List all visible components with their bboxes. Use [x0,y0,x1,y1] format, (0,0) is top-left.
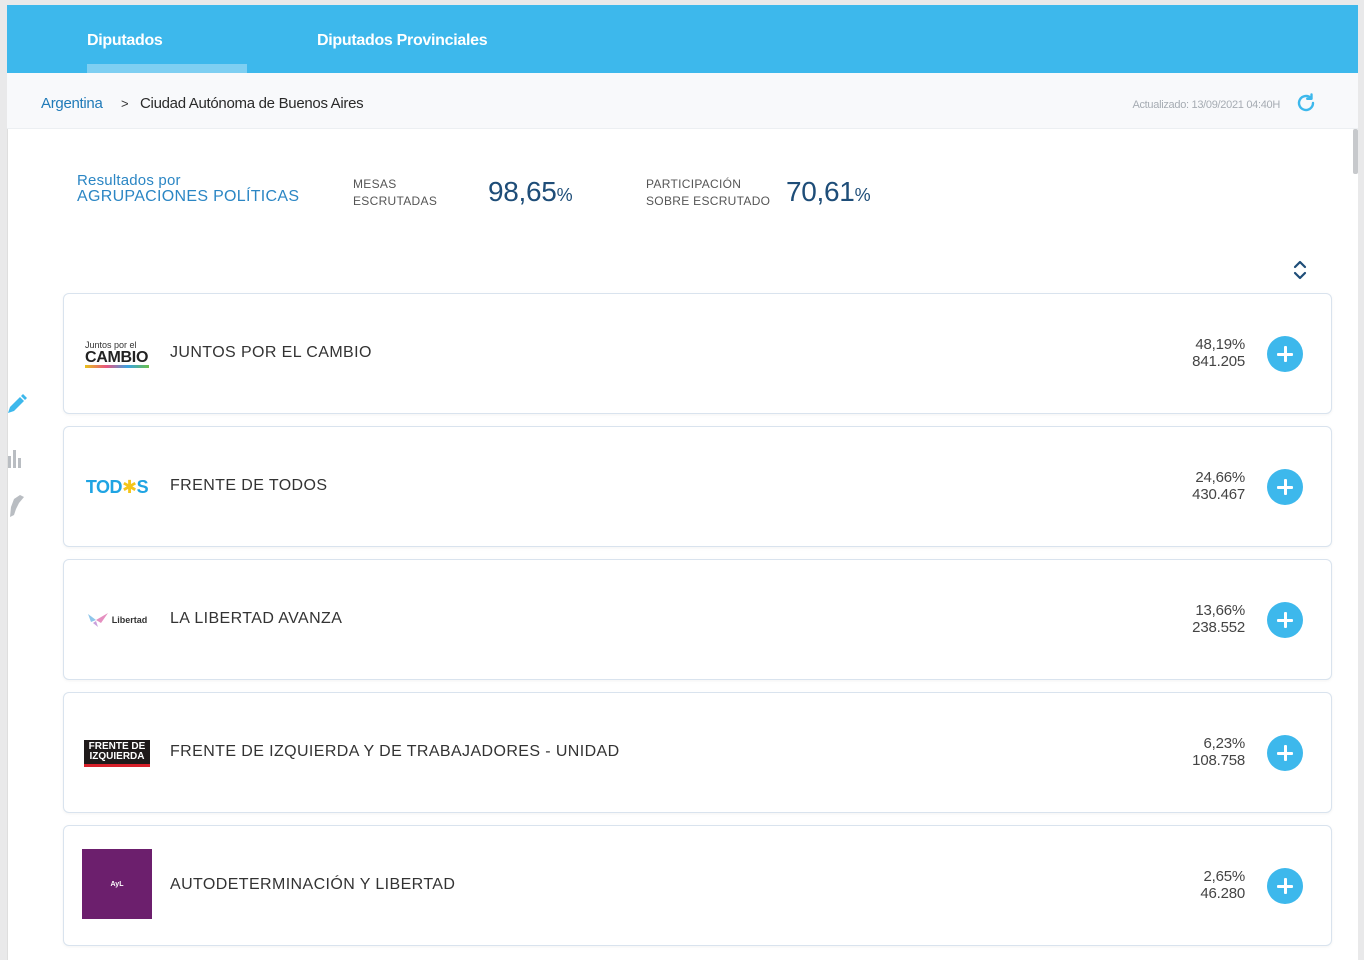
party-votes: 841.205 [1192,353,1245,370]
expand-plus-icon[interactable] [1267,602,1303,638]
party-card-frente-de-todos[interactable]: TOD✱S FRENTE DE TODOS 24,66% 430.467 [63,426,1332,547]
party-name: FRENTE DE TODOS [170,477,328,494]
party-percent: 48,19% [1195,336,1245,353]
logo-jxc-big-text: CAMBIO [85,348,149,366]
participacion-label-line1: PARTICIPACIÓN [646,177,742,191]
mesas-value-number: 98,65 [488,176,557,207]
party-card-autodeterminacion-y-libertad[interactable]: AyL AUTODETERMINACIÓN Y LIBERTAD 2,65% 4… [63,825,1332,946]
party-logo-fit: FRENTE DE IZQUIERDA [81,731,153,775]
party-percent: 13,66% [1195,602,1245,619]
tab-diputados-nacionales[interactable]: Diputados Nacionales [87,5,247,121]
logo-fit-line1: FRENTE DE [88,740,146,752]
party-logo-libertad-avanza: Libertad [81,598,153,642]
logo-ayl-text: AyL [110,880,124,888]
participacion-value: 70,61% [786,176,871,208]
mesas-label-line1: MESAS [353,177,397,191]
breadcrumb-current: Ciudad Autónoma de Buenos Aires [140,95,364,112]
logo-todos-text-a: TOD [85,476,123,497]
party-name: JUNTOS POR EL CAMBIO [170,344,372,361]
participacion-label: PARTICIPACIÓN SOBRE ESCRUTADO [646,176,770,210]
edit-icon[interactable] [7,391,28,419]
party-percent: 6,23% [1203,735,1245,752]
party-logo-todos: TOD✱S [81,465,153,509]
breadcrumb-argentina-link[interactable]: Argentina [41,95,103,112]
party-logo-jxc: Juntos por el CAMBIO [81,332,153,376]
party-card-juntos-por-el-cambio[interactable]: Juntos por el CAMBIO JUNTOS POR EL CAMBI… [63,293,1332,414]
party-card-frente-de-izquierda[interactable]: FRENTE DE IZQUIERDA FRENTE DE IZQUIERDA … [63,692,1332,813]
logo-libertad-text: Libertad [111,615,148,625]
party-votes: 430.467 [1192,486,1245,503]
tab-diputados-provinciales[interactable]: Diputados Provinciales [317,5,488,73]
logo-fit-line2: IZQUIERDA [89,750,145,762]
expand-plus-icon[interactable] [1267,735,1303,771]
mesas-value-unit: % [556,185,573,205]
party-percent: 2,65% [1203,868,1245,885]
mesas-label: MESAS ESCRUTADAS [353,176,437,210]
summary-title-line2: AGRUPACIONES POLÍTICAS [77,188,300,205]
participacion-value-number: 70,61 [786,176,855,207]
participacion-value-unit: % [854,185,871,205]
party-name: LA LIBERTAD AVANZA [170,610,343,627]
expand-plus-icon[interactable] [1267,469,1303,505]
breadcrumb-separator: > [121,96,129,111]
logo-todos-text-c: S [136,476,149,497]
logo-todos-sun: ✱ [122,476,137,497]
party-result: 2,65% 46.280 [1200,868,1245,902]
breadcrumb-bar: Argentina > Ciudad Autónoma de Buenos Ai… [7,73,1358,129]
party-percent: 24,66% [1195,469,1245,486]
party-votes: 46.280 [1200,885,1245,902]
top-navigation-bar: Diputados Nacionales Diputados Provincia… [7,5,1358,121]
active-tab-indicator [87,64,247,73]
bar-chart-icon[interactable] [7,444,28,472]
summary-title-line1: Resultados por [77,172,181,189]
participacion-label-line2: SOBRE ESCRUTADO [646,194,771,208]
libertad-bird-icon [87,613,108,627]
party-votes: 108.758 [1192,752,1245,769]
party-logo-ayl: AyL [82,849,152,919]
expand-plus-icon[interactable] [1267,868,1303,904]
side-toolbar [7,129,27,960]
party-result: 24,66% 430.467 [1192,469,1245,503]
expand-plus-icon[interactable] [1267,336,1303,372]
party-result: 6,23% 108.758 [1192,735,1245,769]
party-name: AUTODETERMINACIÓN Y LIBERTAD [170,876,456,893]
last-updated-text: Actualizado: 13/09/2021 04:40H [1132,99,1280,111]
sort-toggle-icon[interactable] [1290,257,1310,283]
party-card-la-libertad-avanza[interactable]: Libertad LA LIBERTAD AVANZA 13,66% 238.5… [63,559,1332,680]
app-frame: Diputados Nacionales Diputados Provincia… [7,5,1358,960]
refresh-icon[interactable] [1294,91,1318,115]
map-icon[interactable] [7,491,28,519]
scrollbar-thumb[interactable] [1353,129,1358,174]
party-result: 13,66% 238.552 [1192,602,1245,636]
mesas-value: 98,65% [488,176,573,208]
party-name: FRENTE DE IZQUIERDA Y DE TRABAJADORES - … [170,743,620,760]
mesas-label-line2: ESCRUTADAS [353,194,438,208]
party-result: 48,19% 841.205 [1192,336,1245,370]
party-votes: 238.552 [1192,619,1245,636]
